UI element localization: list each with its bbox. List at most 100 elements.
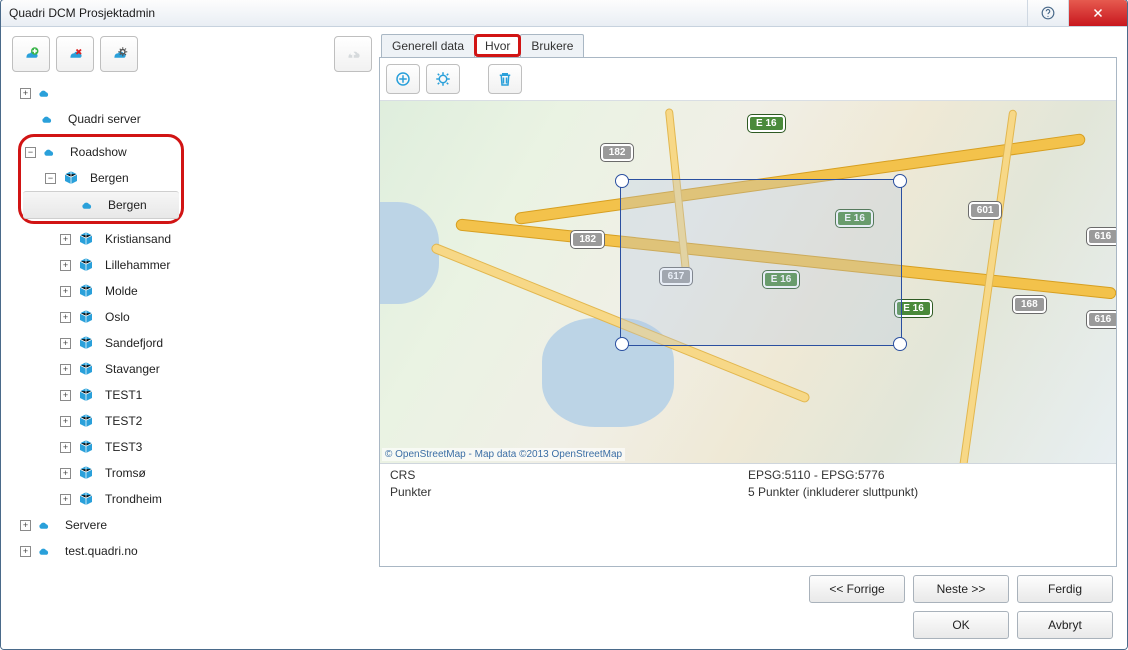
delete-button[interactable] xyxy=(488,64,522,94)
tree-label: TEST3 xyxy=(101,438,146,456)
button-label: Neste >> xyxy=(937,582,986,596)
tree-item-roadshow[interactable]: − Roadshow xyxy=(23,139,179,165)
road-shield: E 16 xyxy=(748,115,785,132)
road-shield: 182 xyxy=(571,231,604,248)
tree-item-testquadri[interactable]: + test.quadri.no xyxy=(12,538,372,564)
tree-item-kristiansand[interactable]: + Kristiansand xyxy=(12,226,372,252)
titlebar: Quadri DCM Prosjektadmin xyxy=(1,0,1127,27)
ok-button[interactable]: OK xyxy=(913,611,1009,639)
button-label: Ferdig xyxy=(1048,582,1082,596)
tree-label: Bergen xyxy=(86,169,133,187)
resize-handle-tr[interactable] xyxy=(893,174,907,188)
cancel-button[interactable]: Avbryt xyxy=(1017,611,1113,639)
cube-icon xyxy=(77,386,95,404)
tree-item-bergen-selected[interactable]: Bergen xyxy=(23,191,179,219)
cloud-icon xyxy=(37,84,55,102)
button-label: Avbryt xyxy=(1048,618,1082,632)
tab-where[interactable]: Hvor xyxy=(474,34,521,57)
cloud-icon xyxy=(37,516,55,534)
tree-label: Roadshow xyxy=(66,143,131,161)
tree-label: Trondheim xyxy=(101,490,166,508)
right-panel: Generell data Hvor Brukere xyxy=(379,35,1117,567)
cube-icon xyxy=(77,490,95,508)
map-attribution: © OpenStreetMap - Map data ©2013 OpenStr… xyxy=(382,448,625,461)
server-tree[interactable]: + Quadri server − Roadshow − xyxy=(12,78,372,566)
tree-item-sandefjord[interactable]: + Sandefjord xyxy=(12,330,372,356)
fit-extent-button[interactable] xyxy=(426,64,460,94)
tree-item-test1[interactable]: + TEST1 xyxy=(12,382,372,408)
info-grid: CRS EPSG:5110 - EPSG:5776 Punkter 5 Punk… xyxy=(380,463,1116,566)
road-shield: 616 xyxy=(1087,311,1116,328)
tree-highlight-group: − Roadshow − Bergen Bergen xyxy=(18,134,184,224)
tree-item-bergen[interactable]: − Bergen xyxy=(23,165,179,191)
cube-icon xyxy=(77,282,95,300)
cube-icon xyxy=(77,230,95,248)
resize-handle-tl[interactable] xyxy=(615,174,629,188)
app-window: Quadri DCM Prosjektadmin xyxy=(0,0,1128,650)
help-button[interactable] xyxy=(1027,0,1068,26)
add-point-button[interactable] xyxy=(386,64,420,94)
points-label: Punkter xyxy=(390,485,748,499)
done-button[interactable]: Ferdig xyxy=(1017,575,1113,603)
next-button[interactable]: Neste >> xyxy=(913,575,1009,603)
add-server-button[interactable] xyxy=(12,36,50,72)
content: + Quadri server − Roadshow − xyxy=(1,27,1127,649)
crs-label: CRS xyxy=(390,468,748,482)
tree-item-molde[interactable]: + Molde xyxy=(12,278,372,304)
cloud-icon xyxy=(40,110,58,128)
tree-label: Molde xyxy=(101,282,142,300)
configure-server-button[interactable] xyxy=(100,36,138,72)
tree-item-trondheim[interactable]: + Trondheim xyxy=(12,486,372,512)
close-button[interactable] xyxy=(1068,0,1127,26)
tree-label: TEST2 xyxy=(101,412,146,430)
tree-item-stavanger[interactable]: + Stavanger xyxy=(12,356,372,382)
cloud-icon xyxy=(37,542,55,560)
tree-label: Servere xyxy=(61,516,111,534)
map-view[interactable]: E 16 E 16 E 16 E 16 182 182 601 617 168 … xyxy=(380,101,1116,463)
left-toolbar xyxy=(12,36,372,72)
prev-button[interactable]: << Forrige xyxy=(809,575,905,603)
tree-label: Oslo xyxy=(101,308,134,326)
tree-label: Tromsø xyxy=(101,464,150,482)
tree-item-lillehammer[interactable]: + Lillehammer xyxy=(12,252,372,278)
tab-panel-where: E 16 E 16 E 16 E 16 182 182 601 617 168 … xyxy=(379,57,1117,567)
tree-label: Stavanger xyxy=(101,360,164,378)
tabstrip: Generell data Hvor Brukere xyxy=(381,35,1117,57)
tab-general[interactable]: Generell data xyxy=(381,34,475,57)
resize-handle-bl[interactable] xyxy=(615,337,629,351)
selection-box[interactable] xyxy=(620,179,902,346)
tree-item-test3[interactable]: + TEST3 xyxy=(12,434,372,460)
remove-server-button[interactable] xyxy=(56,36,94,72)
crs-value: EPSG:5110 - EPSG:5776 xyxy=(748,468,1106,482)
tree-item-tromso[interactable]: + Tromsø xyxy=(12,460,372,486)
cube-icon xyxy=(77,464,95,482)
upload-button[interactable] xyxy=(334,36,372,72)
tree-item-quadri-server[interactable]: Quadri server xyxy=(12,106,372,132)
window-controls xyxy=(1027,0,1127,26)
tree-item-servere[interactable]: + Servere xyxy=(12,512,372,538)
tree-label: Kristiansand xyxy=(101,230,175,248)
footer-buttons: << Forrige Neste >> Ferdig OK Avbryt xyxy=(11,575,1117,639)
button-label: << Forrige xyxy=(829,582,884,596)
road-shield: 601 xyxy=(969,202,1002,219)
cube-icon xyxy=(62,169,80,187)
tree-item-test2[interactable]: + TEST2 xyxy=(12,408,372,434)
cube-icon xyxy=(77,256,95,274)
tab-label: Brukere xyxy=(531,39,573,53)
tab-users[interactable]: Brukere xyxy=(520,34,584,57)
cloud-icon xyxy=(80,196,98,214)
left-panel: + Quadri server − Roadshow − xyxy=(11,35,373,567)
tree-label: TEST1 xyxy=(101,386,146,404)
resize-handle-br[interactable] xyxy=(893,337,907,351)
cube-icon xyxy=(77,334,95,352)
cube-icon xyxy=(77,412,95,430)
tree-item-oslo[interactable]: + Oslo xyxy=(12,304,372,330)
tree-expand[interactable]: + xyxy=(12,80,372,106)
road-shield: 168 xyxy=(1013,296,1046,313)
map-canvas[interactable]: E 16 E 16 E 16 E 16 182 182 601 617 168 … xyxy=(380,101,1116,463)
button-label: OK xyxy=(952,618,969,632)
tab-label: Hvor xyxy=(485,39,510,53)
cube-icon xyxy=(77,308,95,326)
cube-icon xyxy=(77,438,95,456)
tree-label: Sandefjord xyxy=(101,334,167,352)
